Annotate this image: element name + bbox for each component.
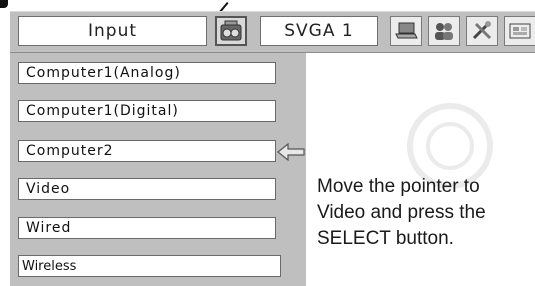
corner-marker <box>0 0 8 8</box>
list-item-wired[interactable]: Wired <box>18 217 276 239</box>
list-item-computer1-analog[interactable]: Computer1(Analog) <box>18 62 276 84</box>
input-list-panel: Computer1(Analog) Computer1(Digital) Com… <box>10 53 306 286</box>
laptop-icon[interactable] <box>390 16 422 46</box>
screen-icon[interactable] <box>504 16 535 46</box>
tools-icon[interactable] <box>466 16 498 46</box>
menu-bar: Input SVGA 1 <box>10 11 535 53</box>
list-item-video[interactable]: Video <box>18 178 276 200</box>
list-item-wireless[interactable]: Wireless <box>18 255 281 277</box>
instruction-text: Move the pointer to Video and press the … <box>317 176 486 249</box>
input-menu-label: Input <box>18 16 207 46</box>
list-item-computer2[interactable]: Computer2 <box>18 140 276 162</box>
left-arrow-icon <box>277 142 305 162</box>
people-icon[interactable] <box>428 16 460 46</box>
input-select-icon[interactable] <box>215 16 247 46</box>
list-item-computer1-digital[interactable]: Computer1(Digital) <box>18 100 276 122</box>
signal-mode-display: SVGA 1 <box>260 16 378 46</box>
